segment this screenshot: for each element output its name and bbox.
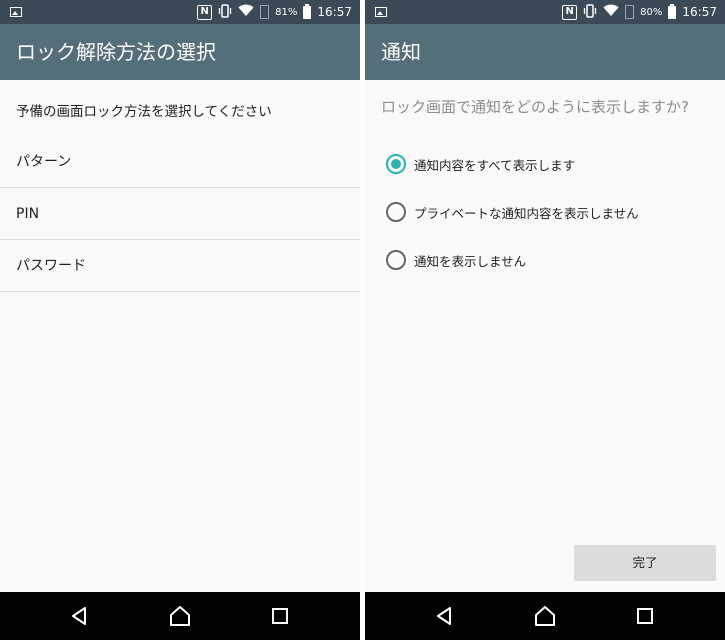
nfc-icon: N: [562, 4, 578, 20]
nfc-icon: N: [197, 4, 213, 20]
image-notification-icon: [10, 7, 22, 17]
radio-label: 通知を表示しません: [414, 253, 527, 269]
home-icon[interactable]: [533, 604, 557, 628]
status-bar: N 80% 16:57: [365, 0, 725, 24]
image-notification-icon: [375, 7, 387, 17]
radio-button[interactable]: [386, 250, 406, 270]
vibrate-icon: [583, 3, 597, 21]
vibrate-icon: [218, 3, 232, 21]
screen-notifications: N 80% 16:57 通知 ロック画面で通知をどのように表示しますか? 通知内…: [365, 0, 725, 640]
battery-saver-icon: [260, 5, 270, 19]
radio-button[interactable]: [386, 202, 406, 222]
screen-unlock-method: N 81% 16:57 ロック解除方法の選択 予備の画面ロック方法を選択してくだ…: [0, 0, 360, 640]
wifi-icon: [603, 4, 619, 20]
status-bar: N 81% 16:57: [0, 0, 360, 24]
radio-option-hide-all[interactable]: 通知を表示しません: [386, 245, 526, 275]
recent-apps-icon[interactable]: [633, 604, 657, 628]
battery-icon: [668, 3, 677, 19]
radio-label: 通知内容をすべて表示します: [414, 157, 576, 173]
list-item-password[interactable]: パスワード: [0, 241, 360, 292]
list-item-label: パスワード: [16, 258, 86, 274]
battery-icon: [303, 3, 312, 19]
battery-saver-icon: [625, 5, 635, 19]
page-title: 通知: [381, 40, 421, 64]
radio-option-hide-private[interactable]: プライベートな通知内容を表示しません: [386, 197, 639, 227]
battery-percent: 80%: [640, 6, 663, 18]
navigation-bar: [0, 592, 360, 640]
list-item-label: PIN: [16, 206, 40, 222]
navigation-bar: [365, 592, 725, 640]
app-bar: ロック解除方法の選択: [0, 24, 360, 80]
home-icon[interactable]: [168, 604, 192, 628]
page-title: ロック解除方法の選択: [16, 40, 216, 64]
radio-label: プライベートな通知内容を表示しません: [414, 205, 639, 221]
recent-apps-icon[interactable]: [268, 604, 292, 628]
battery-percent: 81%: [275, 6, 298, 18]
back-triangle-icon[interactable]: [433, 604, 457, 628]
wifi-icon: [238, 4, 254, 20]
list-item-pin[interactable]: PIN: [0, 189, 360, 240]
app-bar: 通知: [365, 24, 725, 80]
back-triangle-icon[interactable]: [68, 604, 92, 628]
list-item-label: パターン: [16, 154, 72, 170]
clock: 16:57: [317, 5, 352, 19]
clock: 16:57: [682, 5, 717, 19]
instruction-text: 予備の画面ロック方法を選択してください: [16, 104, 272, 120]
list-item-pattern[interactable]: パターン: [0, 137, 360, 188]
radio-button-checked[interactable]: [386, 154, 406, 174]
question-text: ロック画面で通知をどのように表示しますか?: [381, 98, 689, 116]
radio-option-show-all[interactable]: 通知内容をすべて表示します: [386, 149, 575, 179]
done-button[interactable]: 完了: [574, 545, 716, 581]
